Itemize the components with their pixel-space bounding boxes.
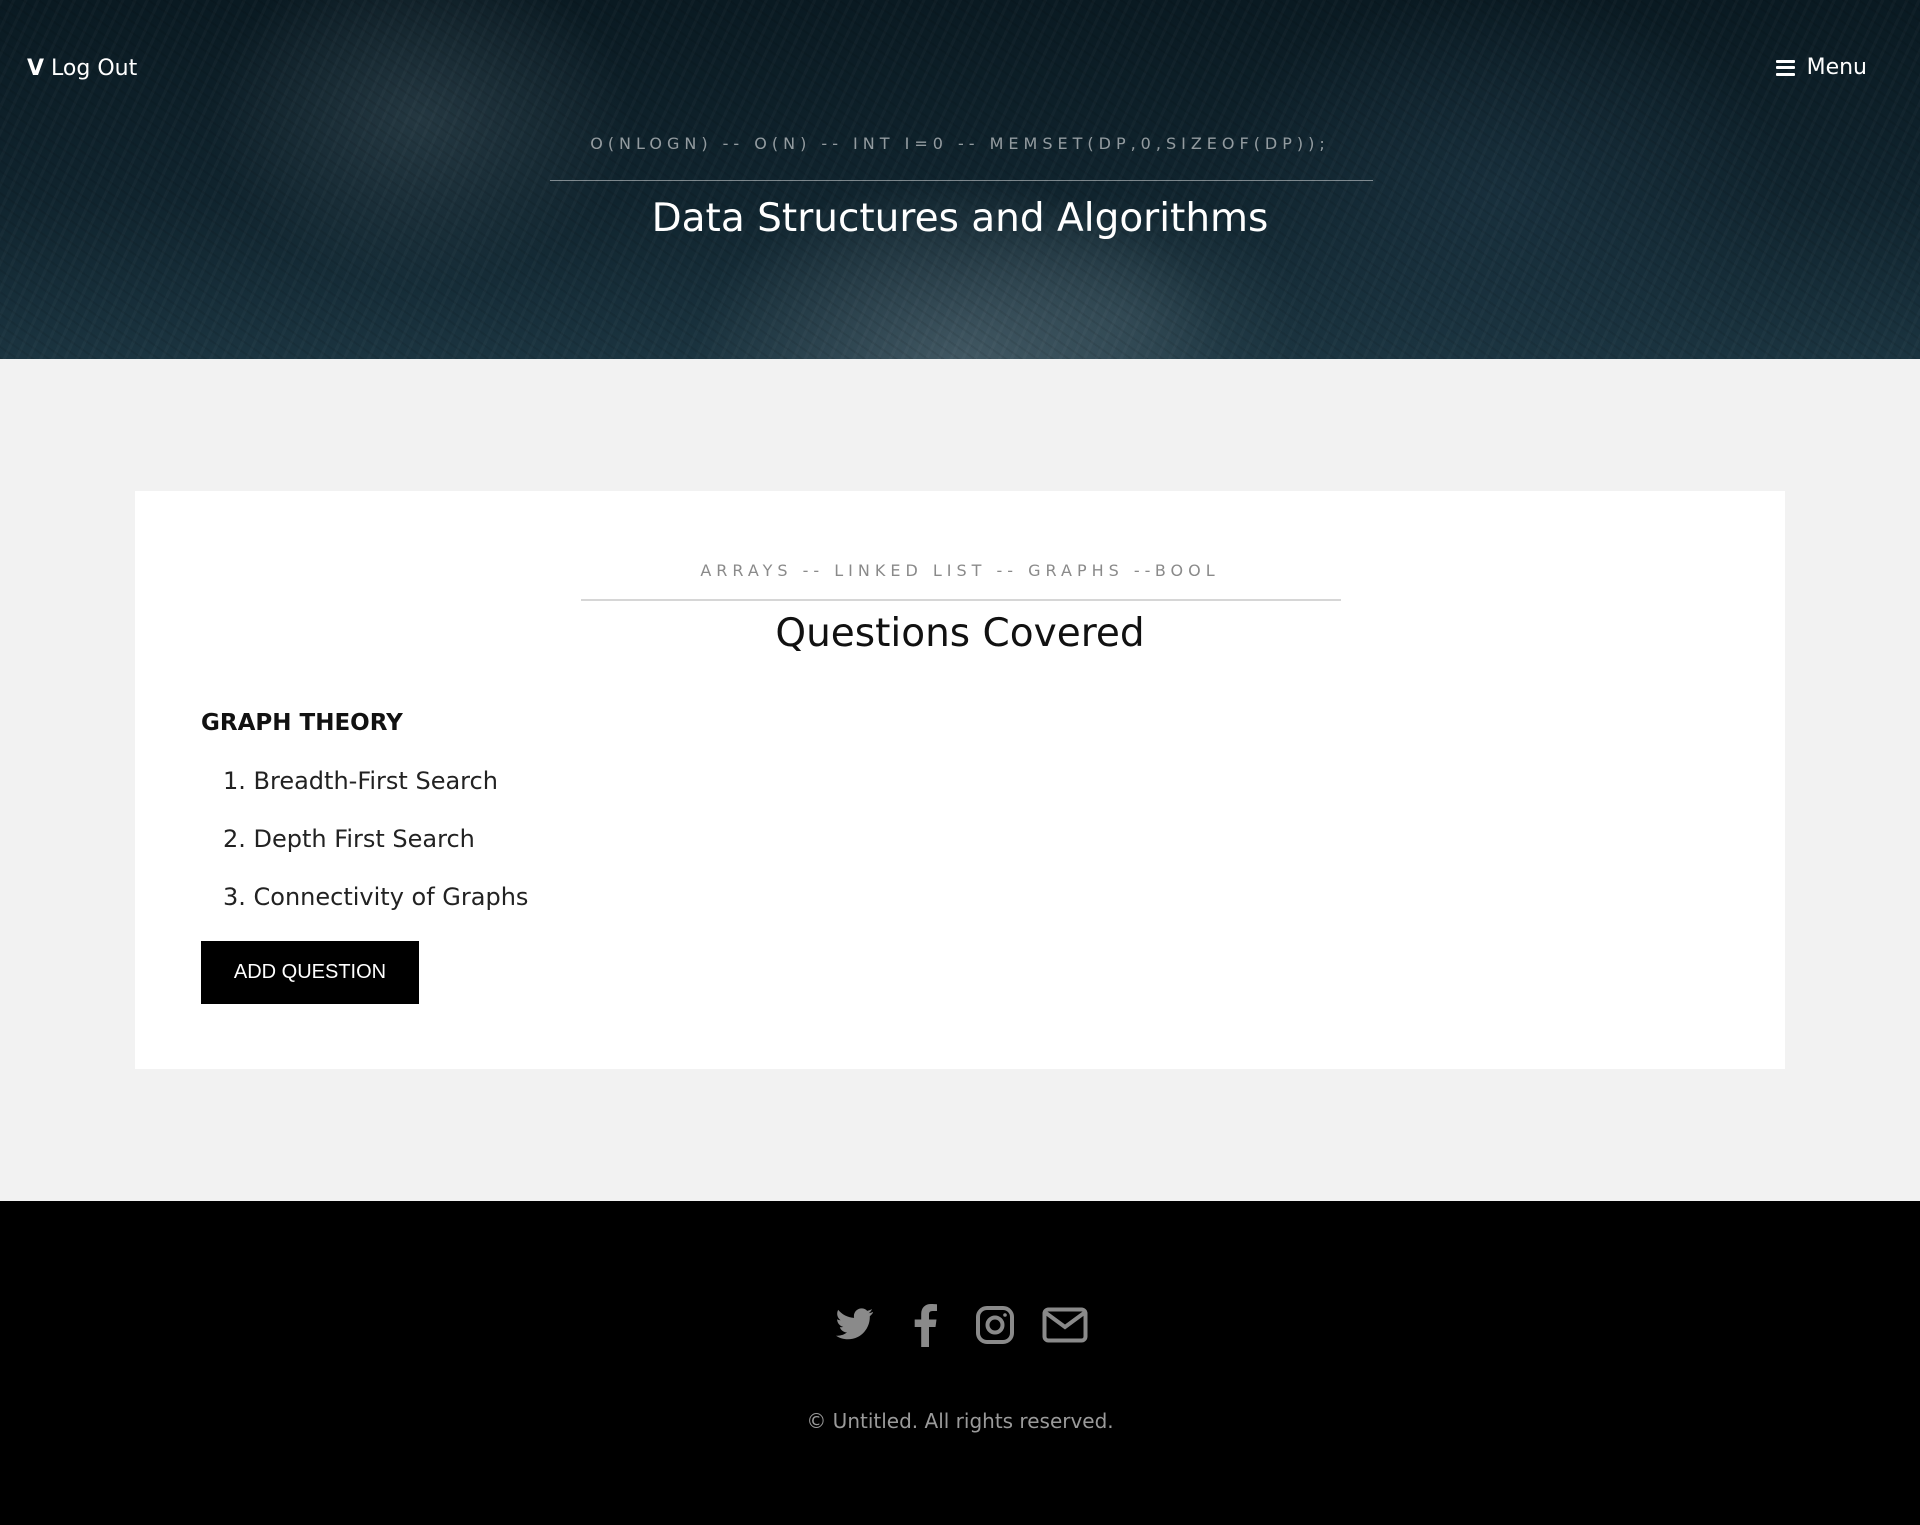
facebook-icon — [914, 1304, 937, 1347]
logout-initial: V — [27, 56, 45, 81]
questions-card: ARRAYS -- LINKED LIST -- GRAPHS --BOOL Q… — [135, 491, 1785, 1069]
question-list: 1. Breadth-First Search 2. Depth First S… — [223, 767, 528, 941]
twitter-link[interactable] — [831, 1301, 879, 1349]
email-link[interactable] — [1041, 1301, 1089, 1349]
instagram-icon — [976, 1306, 1014, 1344]
card-subtitle: ARRAYS -- LINKED LIST -- GRAPHS --BOOL — [700, 561, 1220, 580]
question-item: 2. Depth First Search — [223, 825, 475, 853]
card-title: Questions Covered — [775, 611, 1145, 656]
instagram-link[interactable] — [971, 1301, 1019, 1349]
logout-link[interactable]: V Log Out — [27, 56, 137, 81]
twitter-icon — [836, 1308, 873, 1340]
hero-subtitle: O(NLOGN) -- O(N) -- INT I=0 -- MEMSET(DP… — [590, 134, 1330, 153]
question-item: 3. Connectivity of Graphs — [223, 883, 529, 911]
logout-label: Log Out — [51, 56, 138, 81]
email-icon — [1042, 1307, 1088, 1343]
facebook-link[interactable] — [901, 1301, 949, 1349]
hamburger-icon — [1775, 59, 1795, 76]
hero-header: V Log Out Menu O(NLOGN) -- O(N) -- INT I… — [0, 0, 1920, 359]
menu-label: Menu — [1806, 55, 1867, 80]
page-title: Data Structures and Algorithms — [651, 196, 1269, 241]
copyright-text: © Untitled. All rights reserved. — [806, 1409, 1114, 1433]
question-item: 1. Breadth-First Search — [223, 767, 498, 795]
social-links — [0, 1301, 1920, 1349]
hero-divider — [550, 180, 1373, 181]
footer: © Untitled. All rights reserved. — [0, 1201, 1920, 1525]
menu-button[interactable]: Menu — [1775, 55, 1867, 80]
card-divider — [581, 599, 1341, 601]
section-title: GRAPH THEORY — [201, 710, 403, 736]
add-question-button[interactable]: ADD QUESTION — [201, 941, 419, 1004]
